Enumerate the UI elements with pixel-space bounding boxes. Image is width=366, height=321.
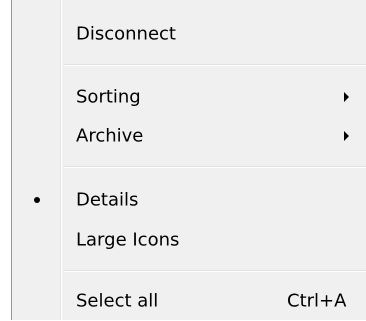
menu-item-label: Select all: [76, 290, 159, 312]
radio-selected-bullet-icon: [34, 197, 40, 203]
menu-separator: [64, 270, 366, 272]
submenu-arrow-icon: [344, 131, 349, 141]
context-menu: Disconnect Sorting Archive Details Large…: [0, 0, 366, 320]
menu-item-sorting[interactable]: Sorting: [12, 77, 366, 117]
menu-item-shortcut: Ctrl+A: [287, 290, 347, 312]
menu-item-large-icons[interactable]: Large Icons: [12, 220, 366, 260]
menu-separator: [64, 64, 366, 66]
menu-item-label: Archive: [76, 125, 144, 147]
menu-item-label: Large Icons: [76, 229, 180, 251]
submenu-arrow-icon: [344, 92, 349, 102]
menu-item-disconnect[interactable]: Disconnect: [12, 14, 366, 54]
menu-item-select-all[interactable]: Select all Ctrl+A: [12, 281, 366, 321]
menu-separator: [64, 166, 366, 168]
menu-item-label: Sorting: [76, 86, 141, 108]
menu-item-archive[interactable]: Archive: [12, 116, 366, 156]
menu-item-label: Disconnect: [76, 23, 176, 45]
menu-left-margin: [0, 0, 11, 320]
menu-item-label: Details: [76, 189, 139, 211]
menu-item-details[interactable]: Details: [12, 180, 366, 220]
